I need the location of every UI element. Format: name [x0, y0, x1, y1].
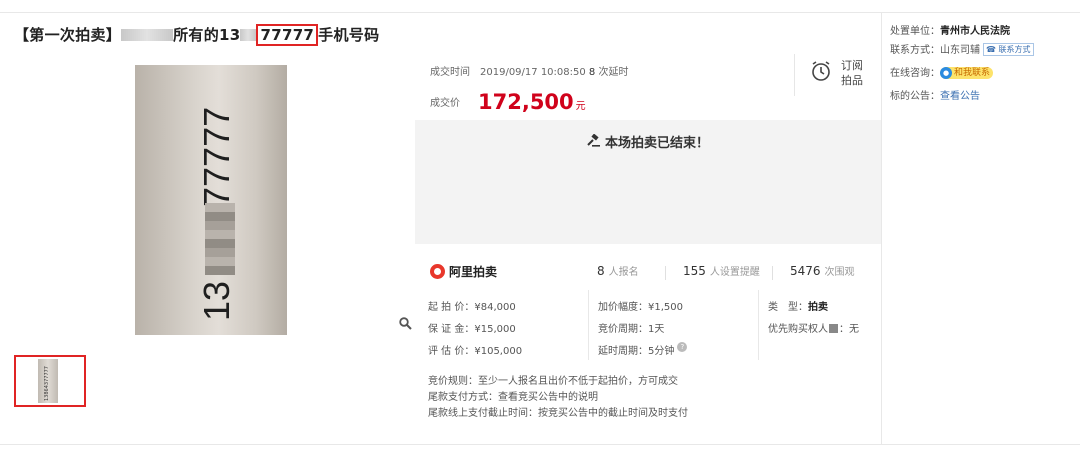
notice-label: 标的公告：	[890, 91, 940, 102]
deal-price-unit: 元	[575, 101, 586, 112]
divider-top	[0, 12, 1080, 13]
contact-value: 山东司辅	[940, 45, 980, 56]
stats-divider-1	[665, 266, 666, 280]
priority-help-icon[interactable]	[829, 324, 838, 333]
reminder-count-value: 155	[683, 264, 706, 278]
right-info-panel: 处置单位：青州市人民法院 联系方式：山东司辅 ☎ 联系方式 在线咨询： ● 和我联系 …	[890, 22, 1034, 106]
deal-price-label: 成交价	[430, 98, 460, 109]
signup-count: 8 人报名	[597, 263, 639, 278]
appraisal-price: 评 估 价：¥105,000	[428, 346, 523, 357]
signup-count-value: 8	[597, 264, 605, 278]
main-item-photo[interactable]: 13 77777	[135, 65, 287, 335]
deal-time-value: 2019/09/17 10:08:50	[480, 67, 586, 78]
photo-digits-head: 13	[196, 281, 237, 321]
item-notice: 标的公告：查看公告	[890, 87, 1034, 106]
auction-ended-text: 本场拍卖已结束！	[604, 136, 709, 151]
details-row-3: 评 估 价：¥105,000 延时周期：5分钟?	[428, 342, 878, 364]
deal-time-label: 成交时间	[430, 67, 470, 78]
subscribe-label-line2: 拍品	[841, 74, 863, 87]
title-mid: 所有的13	[173, 26, 241, 44]
brand-name: 阿里拍卖	[449, 265, 498, 279]
rule-payment-deadline: 尾款线上支付截止时间：按竞买公告中的截止时间及时支付	[428, 408, 688, 419]
zoom-icon[interactable]	[399, 317, 412, 334]
gavel-icon	[587, 133, 601, 151]
auction-status-panel: 本场拍卖已结束！	[415, 120, 881, 244]
stats-divider-2	[772, 266, 773, 280]
subscribe-label: 订阅 拍品	[838, 58, 866, 88]
divider-bottom	[0, 444, 1080, 445]
contact-me-button[interactable]: ● 和我联系	[940, 67, 994, 79]
ali-auction-logo: 阿里拍卖	[430, 263, 497, 280]
reminder-count: 155 人设置提醒	[683, 263, 760, 278]
disposal-unit-value: 青州市人民法院	[940, 26, 1010, 37]
contact-tag-label: 联系方式	[998, 45, 1031, 54]
auction-type-value: 拍卖	[808, 302, 828, 313]
details-row-2: 保 证 金：¥15,000 竞价周期：1天 优先购买权人 ：无	[428, 320, 878, 342]
view-count: 5476 次围观	[790, 263, 855, 278]
extension-label: 次延时	[598, 67, 629, 78]
deal-price-line: 成交价 172,500 元	[430, 90, 586, 114]
help-icon[interactable]: ?	[677, 342, 688, 352]
view-notice-link[interactable]: 查看公告	[940, 91, 980, 102]
rule-payment-method: 尾款支付方式：查看竞买公告中的说明	[428, 392, 598, 403]
contact-label: 联系方式：	[890, 45, 940, 56]
bid-increment: 加价幅度：¥1,500	[598, 302, 683, 313]
view-count-label: 次围观	[824, 267, 855, 278]
auction-ended-message: 本场拍卖已结束！	[415, 132, 881, 151]
auction-page: 【第一次拍卖】 所有的13 77777 手机号码 13 77777 138643777…	[0, 0, 1080, 453]
auction-type: 类 型：拍卖	[768, 298, 828, 313]
auction-stats-bar: 阿里拍卖 8 人报名 155 人设置提醒 5476 次围观	[415, 260, 881, 284]
priority-buyer-value: ：无	[839, 324, 859, 335]
start-price: 起 拍 价：¥84,000	[428, 302, 516, 313]
redacted-digits-block	[240, 29, 257, 41]
divider-right-panel	[881, 12, 882, 444]
view-count-value: 5476	[790, 264, 821, 278]
photo-pixelated-area	[205, 203, 235, 275]
subscribe-divider	[794, 54, 795, 96]
photo-digits-tail: 77777	[196, 107, 237, 207]
deposit: 保 证 金：¥15,000	[428, 324, 516, 335]
priority-buyer-label: 优先购买权人	[768, 324, 828, 335]
contact-me-label: 和我联系	[954, 68, 991, 78]
thumbnail-selected[interactable]: 13864377777	[14, 355, 86, 407]
reminder-count-label: 人设置提醒	[709, 267, 760, 278]
details-row-1: 起 拍 价：¥84,000 加价幅度：¥1,500 类 型：拍卖	[428, 298, 878, 320]
auction-type-label: 类 型：	[768, 302, 808, 313]
delay-cycle-text: 延时周期：5分钟	[598, 346, 675, 357]
contact-info: 联系方式：山东司辅 ☎ 联系方式	[890, 41, 1034, 60]
disposal-unit-label: 处置单位：	[890, 26, 940, 37]
bid-cycle: 竞价周期：1天	[598, 324, 665, 335]
consult-label: 在线咨询：	[890, 68, 940, 79]
disposal-unit: 处置单位：青州市人民法院	[890, 22, 1034, 41]
item-title: 【第一次拍卖】 所有的13 77777 手机号码	[14, 24, 379, 46]
title-suffix: 手机号码	[318, 26, 380, 44]
signup-count-label: 人报名	[608, 267, 639, 278]
extension-count: 8	[588, 67, 596, 78]
auction-details-grid: 起 拍 价：¥84,000 加价幅度：¥1,500 类 型：拍卖 保 证 金：¥…	[428, 290, 878, 364]
title-prefix: 【第一次拍卖】	[14, 26, 122, 44]
ali-auction-logo-icon	[430, 264, 445, 279]
redacted-name-block	[121, 29, 174, 41]
auction-rules: 竞价规则：至少一人报名且出价不低于起拍价，方可成交 尾款支付方式：查看竞买公告中…	[428, 374, 688, 422]
delay-cycle: 延时周期：5分钟?	[598, 342, 688, 357]
extension-info: 8 次延时	[589, 67, 629, 78]
phone-icon: ☎	[986, 45, 996, 54]
highlighted-digits: 77777	[256, 24, 319, 46]
thumbnail-text: 13864377777	[44, 366, 50, 401]
subscribe-button[interactable]: 订阅 拍品	[808, 56, 868, 96]
deal-price-value: 172,500	[478, 90, 574, 114]
deal-time-line: 成交时间 2019/09/17 10:08:50 8 次延时	[430, 63, 628, 78]
priority-buyer: 优先购买权人 ：无	[768, 320, 859, 335]
chat-icon: ●	[940, 67, 952, 79]
rule-bidding: 竞价规则：至少一人报名且出价不低于起拍价，方可成交	[428, 376, 678, 387]
contact-tag-button[interactable]: ☎ 联系方式	[983, 43, 1034, 56]
online-consult: 在线咨询： ● 和我联系	[890, 64, 1034, 83]
subscribe-label-line1: 订阅	[841, 59, 863, 72]
alarm-clock-icon	[812, 61, 830, 81]
